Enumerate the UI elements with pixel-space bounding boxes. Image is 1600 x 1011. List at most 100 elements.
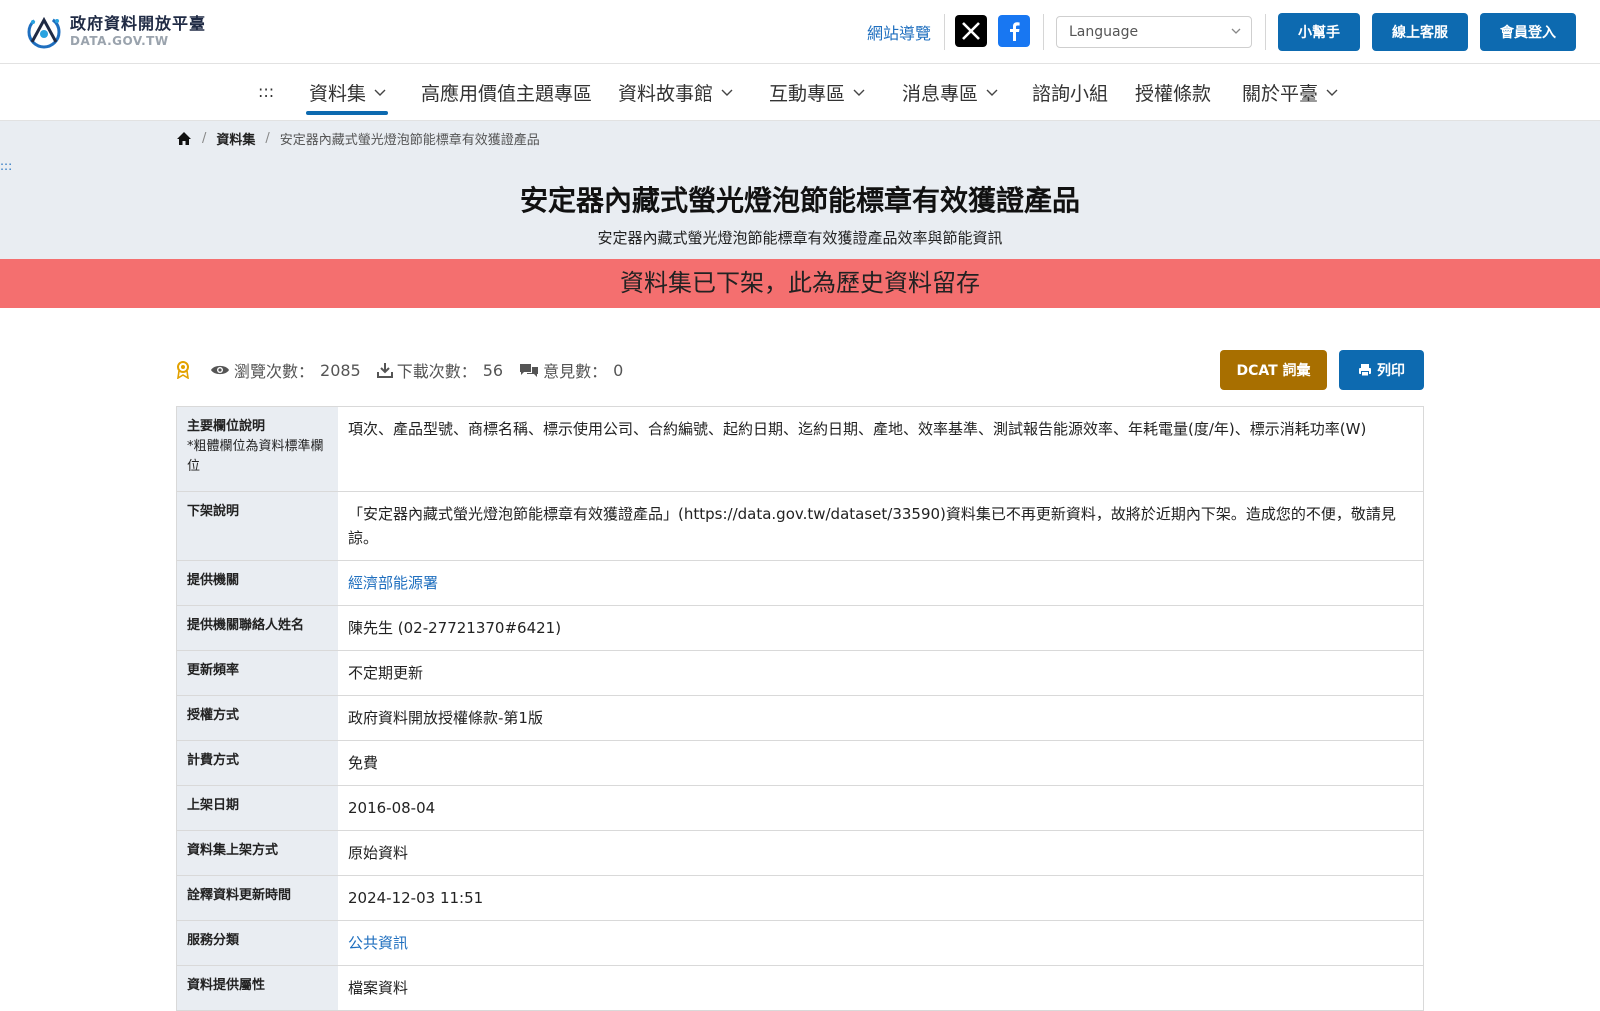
- download-icon: [376, 363, 393, 378]
- printer-icon: [1359, 364, 1371, 377]
- row-value: 2016-08-04: [348, 799, 436, 817]
- comments-count: 0: [613, 360, 624, 380]
- nav-item-license[interactable]: 授權條款: [1135, 78, 1211, 106]
- site-header: 政府資料開放平臺 DATA.GOV.TW 網站導覽 Language 小幫手 線…: [0, 0, 1600, 64]
- divider: [1265, 14, 1266, 50]
- language-select-value: Language: [1069, 24, 1139, 40]
- nav-item-label: 高應用價值主題專區: [421, 82, 593, 105]
- active-nav-indicator: [306, 111, 388, 115]
- nav-item-high-value[interactable]: 高應用價值主題專區: [421, 78, 592, 106]
- helper-button[interactable]: 小幫手: [1278, 13, 1360, 51]
- facebook-icon[interactable]: [998, 15, 1030, 47]
- nav-item-label: 關於平臺: [1242, 82, 1319, 105]
- site-logo[interactable]: 政府資料開放平臺 DATA.GOV.TW: [24, 12, 206, 50]
- table-row: 更新頻率 不定期更新: [177, 650, 1423, 695]
- accesskey-marker[interactable]: :::: [0, 159, 12, 173]
- table-row: 計費方式 免費: [177, 740, 1423, 785]
- member-login-button[interactable]: 會員登入: [1480, 13, 1576, 51]
- table-row: 主要欄位說明 *粗體欄位為資料標準欄位 項次、產品型號、商標名稱、標示使用公司、…: [177, 407, 1423, 491]
- title-band: / 資料集 / 安定器內藏式螢光燈泡節能標章有效獲證產品 ::: 安定器內藏式螢…: [0, 121, 1600, 259]
- category-link[interactable]: 公共資訊: [348, 934, 408, 952]
- sitemap-link[interactable]: 網站導覽: [867, 20, 931, 44]
- home-icon[interactable]: [176, 131, 192, 146]
- accesskey-marker[interactable]: :::: [258, 82, 274, 101]
- breadcrumb: / 資料集 / 安定器內藏式螢光燈泡節能標章有效獲證產品: [176, 129, 540, 148]
- delisted-alert: 資料集已下架，此為歷史資料留存: [0, 259, 1600, 308]
- row-value: 2024-12-03 11:51: [348, 889, 484, 907]
- nav-item-interactive[interactable]: 互動專區: [769, 78, 865, 106]
- table-row: 資料提供屬性 檔案資料: [177, 965, 1423, 1010]
- row-header: 提供機關: [177, 561, 338, 605]
- page-subtitle: 安定器內藏式螢光燈泡節能標章有效獲證產品效率與節能資訊: [597, 229, 1003, 247]
- table-row: 上架日期 2016-08-04: [177, 785, 1423, 830]
- nav-item-label: 資料集: [309, 82, 367, 105]
- row-value: 不定期更新: [348, 664, 424, 682]
- comments-label: 意見數：: [543, 362, 608, 381]
- nav-item-stories[interactable]: 資料故事館: [618, 78, 733, 106]
- table-row: 資料集上架方式 原始資料: [177, 830, 1423, 875]
- print-button[interactable]: 列印: [1339, 350, 1424, 390]
- nav-item-datasets[interactable]: 資料集: [309, 78, 386, 106]
- breadcrumb-separator: /: [265, 131, 270, 146]
- breadcrumb-current: 安定器內藏式螢光燈泡節能標章有效獲證產品: [279, 133, 540, 148]
- x-twitter-icon[interactable]: [955, 15, 987, 47]
- nav-item-label: 消息專區: [902, 82, 979, 105]
- downloads-label: 下載次數：: [396, 362, 477, 381]
- breadcrumb-separator: /: [202, 131, 207, 146]
- row-header: 授權方式: [177, 696, 338, 740]
- logo-subtitle: DATA.GOV.TW: [70, 34, 169, 48]
- comments-icon: [520, 364, 539, 377]
- logo-title: 政府資料開放平臺: [70, 14, 207, 33]
- table-row: 提供機關聯絡人姓名 陳先生 (02-27721370#6421): [177, 605, 1423, 650]
- views-count: 2085: [320, 360, 361, 380]
- award-icon: [177, 361, 189, 379]
- row-header: 資料提供屬性: [177, 966, 338, 1010]
- row-header: 更新頻率: [177, 651, 338, 695]
- badge-stat: [176, 361, 194, 379]
- nav-item-about[interactable]: 關於平臺: [1242, 78, 1338, 106]
- chevron-down-icon: [1326, 89, 1338, 96]
- row-header: 資料集上架方式: [177, 831, 338, 875]
- table-row: 下架說明 「安定器內藏式螢光燈泡節能標章有效獲證產品」(https://data…: [177, 491, 1423, 560]
- table-row: 授權方式 政府資料開放授權條款-第1版: [177, 695, 1423, 740]
- breadcrumb-datasets[interactable]: 資料集: [216, 129, 255, 148]
- downloads-stat: 下載次數： 56: [376, 358, 504, 382]
- comments-stat: 意見數： 0: [519, 358, 623, 382]
- divider: [944, 14, 945, 50]
- row-value: 「安定器內藏式螢光燈泡節能標章有效獲證產品」(https://data.gov.…: [348, 505, 1396, 547]
- page-title: 安定器內藏式螢光燈泡節能標章有效獲證產品: [519, 184, 1080, 217]
- row-value: 項次、產品型號、商標名稱、標示使用公司、合約編號、起約日期、迄約日期、產地、效率…: [348, 420, 1367, 438]
- row-value: 政府資料開放授權條款-第1版: [348, 709, 543, 727]
- nav-item-news[interactable]: 消息專區: [902, 78, 998, 106]
- chevron-down-icon: [374, 89, 386, 96]
- nav-item-label: 資料故事館: [618, 82, 714, 105]
- chevron-down-icon: [1231, 28, 1241, 34]
- metadata-table: 主要欄位說明 *粗體欄位為資料標準欄位 項次、產品型號、商標名稱、標示使用公司、…: [176, 406, 1424, 1011]
- main-nav: ::: 資料集 高應用價值主題專區 資料故事館 互動專區 消息專區 諮詢小組 授…: [0, 64, 1600, 121]
- row-value: 免費: [348, 754, 379, 772]
- chevron-down-icon: [853, 89, 865, 96]
- row-value: 陳先生 (02-27721370#6421): [348, 619, 562, 637]
- online-support-button[interactable]: 線上客服: [1372, 13, 1468, 51]
- nav-item-label: 授權條款: [1135, 82, 1212, 105]
- chevron-down-icon: [721, 89, 733, 96]
- table-row: 服務分類 公共資訊: [177, 920, 1423, 965]
- nav-item-label: 互動專區: [769, 82, 846, 105]
- dataset-stats: 瀏覽次數： 2085 下載次數： 56 意見數： 0: [176, 358, 639, 382]
- row-header: 提供機關聯絡人姓名: [177, 606, 338, 650]
- agency-link[interactable]: 經濟部能源署: [348, 574, 438, 592]
- table-row: 提供機關 經濟部能源署: [177, 560, 1423, 605]
- row-header: 計費方式: [177, 741, 338, 785]
- row-header: 服務分類: [177, 921, 338, 965]
- row-header-label: 主要欄位說明: [187, 419, 266, 434]
- row-value: 檔案資料: [348, 979, 409, 997]
- row-header: 上架日期: [177, 786, 338, 830]
- row-value: 原始資料: [348, 844, 409, 862]
- chevron-down-icon: [986, 89, 998, 96]
- row-header: 詮釋資料更新時間: [177, 876, 338, 920]
- row-header: 主要欄位說明 *粗體欄位為資料標準欄位: [177, 407, 338, 491]
- downloads-count: 56: [482, 360, 504, 380]
- dcat-vocabulary-button[interactable]: DCAT 詞彙: [1220, 350, 1327, 390]
- nav-item-advisory[interactable]: 諮詢小組: [1032, 78, 1108, 106]
- language-select[interactable]: Language: [1056, 16, 1252, 48]
